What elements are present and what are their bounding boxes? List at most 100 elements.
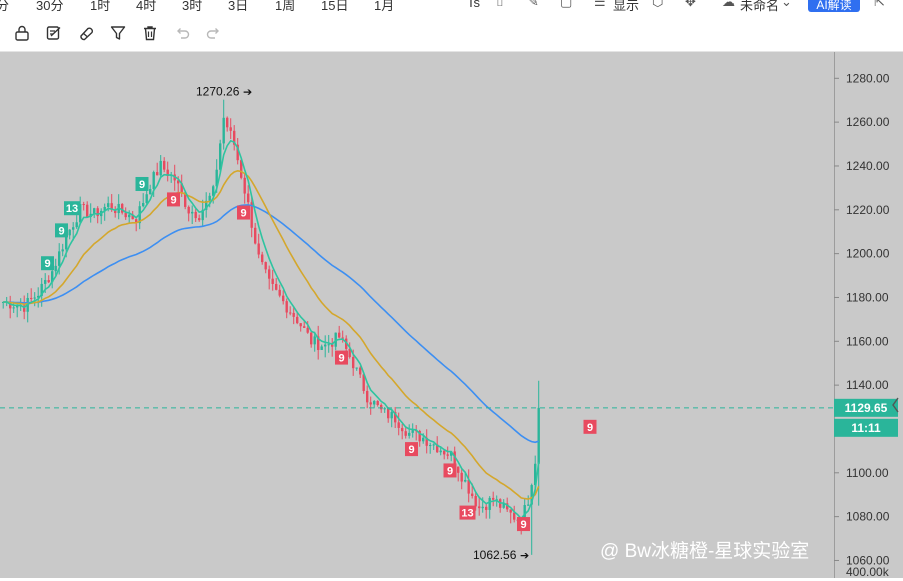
y-tick-label: 1220.00 — [846, 203, 890, 217]
candle-body — [124, 212, 127, 218]
candle-body — [313, 336, 316, 345]
price-chart[interactable]: 9 9 13 9 9 9 9 9 9 13 9 9 1280.00 1260.00 1240.00 1220… — [0, 52, 903, 579]
candle-body — [390, 412, 393, 419]
td-marker-label: 9 — [58, 225, 64, 237]
candle-body — [488, 497, 491, 510]
camera-icon[interactable]: ⌷ — [496, 0, 504, 10]
candle-body — [145, 194, 148, 203]
y-tick-label: 1160.00 — [846, 334, 889, 348]
watermark: @ Bw冰糖橙-星球实验室 — [600, 541, 810, 562]
candle-body — [75, 222, 78, 228]
candle-body — [54, 265, 57, 272]
candle-body — [264, 262, 267, 270]
y-tick-label: 1200.00 — [846, 247, 890, 261]
candle-body — [527, 504, 530, 506]
display-icon[interactable]: ☰ — [594, 0, 606, 10]
low-annotation: 1062.56 ➔ — [473, 548, 529, 562]
template-menu[interactable]: 未命名 — [740, 0, 779, 14]
trash-icon[interactable] — [141, 24, 159, 42]
td-marker-label: 9 — [44, 258, 50, 270]
undo-icon[interactable] — [173, 24, 191, 42]
cloud-icon[interactable]: ☁ — [722, 0, 735, 10]
candle-body — [226, 117, 229, 128]
redo-icon[interactable] — [205, 24, 223, 42]
settings-icon[interactable]: ⬡ — [652, 0, 663, 10]
candle-body — [408, 432, 411, 436]
candle-body — [194, 211, 197, 219]
candle-body — [278, 289, 281, 296]
td-marker-label: 13 — [66, 203, 78, 215]
td-marker-label: 9 — [587, 422, 593, 434]
candle-body — [464, 479, 467, 482]
volume-tick-label: 400.00k — [846, 565, 890, 578]
candle-body — [243, 177, 246, 194]
timeframe-15d[interactable]: 15日 — [321, 0, 348, 14]
candle-body — [509, 509, 512, 513]
candle-body — [268, 269, 271, 279]
candle-body — [404, 431, 407, 436]
candle-body — [299, 323, 302, 327]
timeframe-1mo[interactable]: 1月 — [374, 0, 394, 14]
candle-body — [401, 427, 404, 432]
td-marker-label: 9 — [408, 444, 414, 456]
square-icon[interactable]: ▢ — [560, 0, 572, 10]
candle-body — [222, 117, 225, 144]
candle-body — [474, 495, 477, 507]
timeframe-1m[interactable]: 分 — [0, 0, 9, 14]
candle-body — [429, 445, 432, 447]
candle-body — [324, 344, 327, 347]
popout-icon[interactable]: ⇱ — [874, 0, 885, 10]
candle-body — [310, 332, 313, 345]
candle-body — [271, 278, 274, 284]
td-marker-label: 9 — [447, 465, 453, 477]
fullscreen-icon[interactable]: ✥ — [685, 0, 696, 10]
candle-body — [247, 193, 250, 203]
edit-icon[interactable] — [45, 24, 63, 42]
candlestick-chart[interactable]: 99139999991399 1280.001260.001240.001220… — [0, 52, 903, 579]
ai-interpret-button[interactable]: AI解读 — [808, 0, 860, 12]
y-tick-label: 1260.00 — [846, 115, 890, 129]
lock-icon[interactable] — [13, 24, 31, 42]
candle-body — [439, 450, 442, 453]
candle-body — [142, 202, 145, 207]
candle-body — [537, 407, 540, 464]
candle-body — [380, 404, 383, 410]
candle-body — [58, 251, 61, 266]
candle-body — [254, 227, 257, 244]
timeframe-4h[interactable]: 4时 — [136, 0, 156, 14]
candle-body — [492, 497, 495, 500]
candle-body — [289, 312, 292, 314]
filter-icon[interactable] — [109, 24, 127, 42]
candle-body — [383, 408, 386, 410]
low-price-label: 1062.56 — [473, 548, 517, 562]
timeframe-1h[interactable]: 1时 — [90, 0, 110, 14]
td-marker-label: 9 — [240, 208, 246, 220]
candle-body — [478, 506, 481, 509]
current-price-label: 1129.65 — [845, 401, 888, 415]
candle-body — [306, 327, 309, 333]
timeframe-1w[interactable]: 1周 — [275, 0, 295, 14]
candle-body — [355, 367, 358, 369]
candle-body — [82, 204, 85, 206]
plot-area[interactable] — [0, 52, 834, 578]
candle-body — [275, 283, 278, 290]
pen-icon[interactable]: ✎ — [528, 0, 539, 10]
price-axis[interactable] — [834, 52, 903, 578]
ts-toggle[interactable]: Ts — [467, 0, 480, 10]
svg-text:➔: ➔ — [520, 550, 529, 562]
timeframe-3h[interactable]: 3时 — [182, 0, 202, 14]
candle-body — [373, 401, 376, 405]
y-tick-label: 1100.00 — [846, 466, 889, 480]
candle-body — [68, 229, 71, 236]
timeframe-bar: 分 30分 1时 4时 3时 3日 1周 15日 1月 Ts ⌷ ✎ ▢ ☰ 显… — [0, 0, 903, 14]
y-tick-label: 1140.00 — [846, 378, 889, 392]
timeframe-30m[interactable]: 30分 — [36, 0, 63, 14]
candle-body — [481, 506, 484, 509]
timeframe-3d[interactable]: 3日 — [228, 0, 248, 14]
candle-body — [149, 189, 152, 195]
display-menu[interactable]: 显示 — [613, 0, 639, 14]
candle-body — [128, 214, 131, 218]
magnet-icon[interactable] — [77, 24, 95, 42]
chevron-down-icon[interactable]: ⌄ — [781, 0, 792, 10]
candle-body — [33, 297, 36, 299]
